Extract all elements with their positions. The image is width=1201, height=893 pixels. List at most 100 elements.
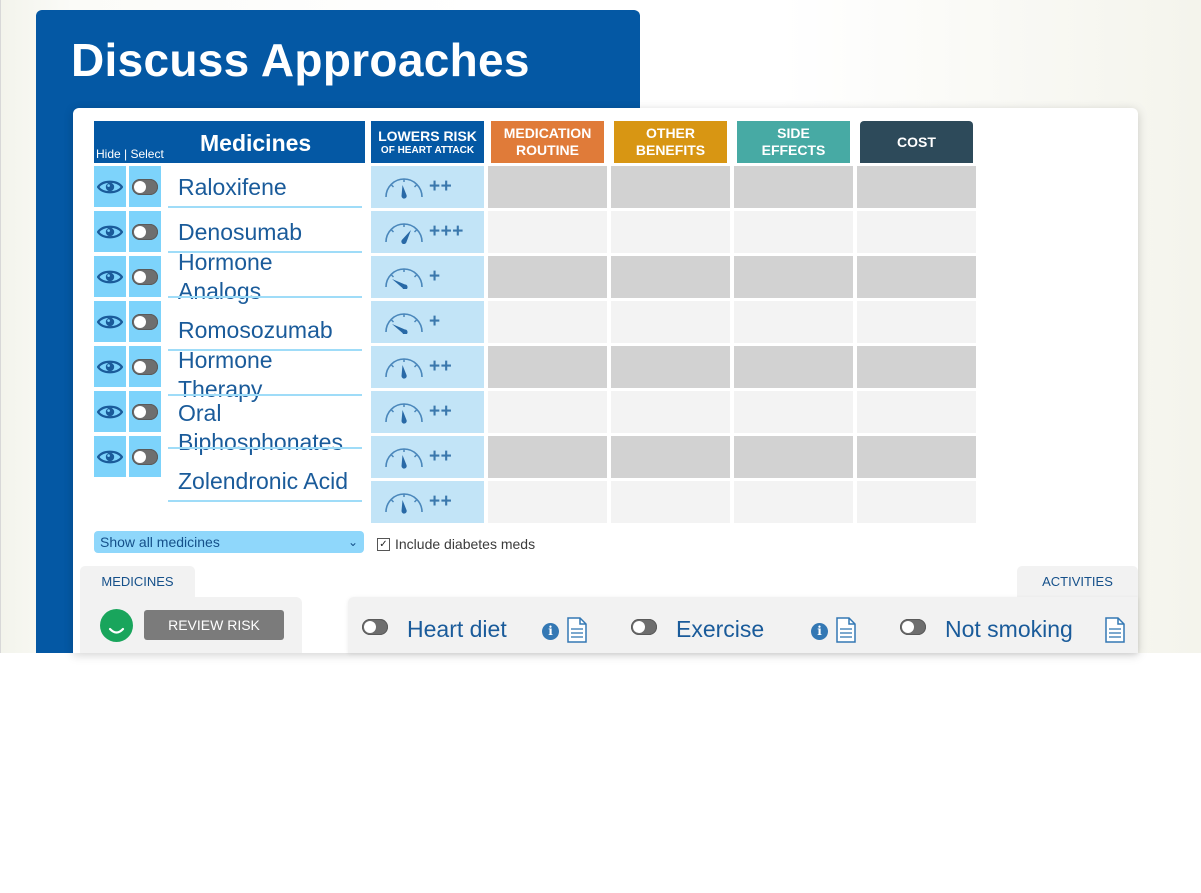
activity-toggle[interactable]: [362, 619, 388, 635]
risk-rating: ++: [429, 491, 453, 512]
grid-cell: [611, 256, 730, 298]
risk-cell: ++: [371, 481, 484, 523]
medicines-title: Medicines: [200, 130, 312, 156]
select-toggle-cell[interactable]: [129, 391, 161, 432]
select-toggle-cell[interactable]: [129, 256, 161, 297]
eye-button[interactable]: [94, 211, 126, 252]
gauge-icon: [385, 448, 423, 469]
select-toggle-cell[interactable]: [129, 211, 161, 252]
medicines-header: Hide | Select Medicines: [94, 121, 365, 163]
activity-label[interactable]: Not smoking: [945, 616, 1073, 643]
grid-cell: [611, 436, 730, 478]
gauge-icon: [385, 223, 423, 244]
medicine-name-line1[interactable]: Oral: [178, 399, 221, 428]
select-toggle[interactable]: [132, 268, 158, 285]
risk-cell: ++: [371, 166, 484, 208]
info-icon[interactable]: i: [811, 623, 828, 640]
medicine-filter-select[interactable]: Show all medicines ⌄: [94, 531, 364, 553]
chevron-down-icon: ⌄: [347, 535, 358, 549]
grid-cell: [734, 436, 853, 478]
review-risk-button[interactable]: REVIEW RISK: [144, 610, 284, 640]
include-diabetes-label: Include diabetes meds: [395, 536, 536, 552]
row-separator: [168, 500, 362, 502]
risk-rating: +: [429, 311, 441, 332]
document-icon[interactable]: [1104, 617, 1126, 643]
medicine-filter-value: Show all medicines: [100, 534, 220, 550]
col-header-other-benefits[interactable]: OTHER BENEFITS: [614, 121, 727, 163]
select-toggle[interactable]: [132, 178, 158, 195]
grid-cell: [488, 211, 607, 253]
grid-cell: [734, 256, 853, 298]
col-header-side-effects[interactable]: SIDE EFFECTS: [737, 121, 850, 163]
risk-rating: +++: [429, 221, 464, 242]
grid-cell: [857, 481, 976, 523]
document-icon[interactable]: [835, 617, 857, 643]
eye-icon: [97, 405, 123, 418]
tab-medicines[interactable]: MEDICINES: [80, 566, 195, 598]
hide-select-label: Hide | Select: [96, 147, 164, 161]
row-separator: [168, 296, 362, 298]
eye-button[interactable]: [94, 256, 126, 297]
medicine-name[interactable]: Romosozumab: [178, 316, 333, 345]
risk-cell: ++: [371, 436, 484, 478]
grid-cell: [857, 391, 976, 433]
select-toggle-cell[interactable]: [129, 166, 161, 207]
grid-cell: [488, 391, 607, 433]
info-icon[interactable]: i: [542, 623, 559, 640]
select-toggle-cell[interactable]: [129, 436, 161, 477]
grid-cell: [857, 436, 976, 478]
tab-activities[interactable]: ACTIVITIES: [1017, 566, 1138, 598]
row-separator: [168, 447, 362, 449]
risk-cell: ++: [371, 346, 484, 388]
select-toggle-cell[interactable]: [129, 301, 161, 342]
select-toggle[interactable]: [132, 358, 158, 375]
gauge-icon: [385, 403, 423, 424]
select-toggle[interactable]: [132, 223, 158, 240]
eye-icon: [97, 315, 123, 328]
select-toggle[interactable]: [132, 313, 158, 330]
gauge-icon: [385, 313, 423, 334]
medicine-name[interactable]: Zolendronic Acid: [178, 467, 348, 496]
col-cost-label: COST: [897, 133, 936, 150]
activity-label[interactable]: Exercise: [676, 616, 764, 643]
checkbox-box[interactable]: ✓: [377, 537, 390, 551]
document-icon[interactable]: [566, 617, 588, 643]
grid-cell: [488, 481, 607, 523]
select-toggle[interactable]: [132, 403, 158, 420]
grid-cell: [734, 301, 853, 343]
smiley-icon: [100, 609, 133, 642]
grid-cell: [488, 301, 607, 343]
col-header-medication-routine[interactable]: MEDICATION ROUTINE: [491, 121, 604, 163]
grid-cell: [734, 166, 853, 208]
activity-label[interactable]: Heart diet: [407, 616, 507, 643]
risk-rating: ++: [429, 356, 453, 377]
grid-cell: [857, 166, 976, 208]
eye-button[interactable]: [94, 346, 126, 387]
eye-button[interactable]: [94, 391, 126, 432]
medicine-name-line1[interactable]: Hormone: [178, 346, 273, 375]
grid-cell: [611, 166, 730, 208]
medicine-name-line2[interactable]: Analogs: [178, 277, 261, 306]
col-header-cost[interactable]: COST: [860, 121, 973, 163]
row-separator: [168, 394, 362, 396]
eye-button[interactable]: [94, 301, 126, 342]
medicine-name[interactable]: Denosumab: [178, 218, 302, 247]
activity-toggle[interactable]: [631, 619, 657, 635]
medicine-name[interactable]: Raloxifene: [178, 173, 287, 202]
col-header-lowers-risk[interactable]: LOWERS RISK OF HEART ATTACK: [371, 121, 484, 163]
eye-icon: [97, 270, 123, 283]
select-toggle-cell[interactable]: [129, 346, 161, 387]
grid-cell: [488, 256, 607, 298]
activity-toggle[interactable]: [900, 619, 926, 635]
eye-icon: [97, 225, 123, 238]
medicine-name-line2[interactable]: Biphosphonates: [178, 428, 343, 457]
eye-button[interactable]: [94, 166, 126, 207]
grid-cell: [734, 391, 853, 433]
select-toggle[interactable]: [132, 448, 158, 465]
grid-cell: [611, 391, 730, 433]
risk-rating: ++: [429, 401, 453, 422]
medicine-name-line1[interactable]: Hormone: [178, 248, 273, 277]
include-diabetes-checkbox[interactable]: ✓ Include diabetes meds: [377, 536, 535, 552]
risk-cell: ++: [371, 391, 484, 433]
eye-button[interactable]: [94, 436, 126, 477]
